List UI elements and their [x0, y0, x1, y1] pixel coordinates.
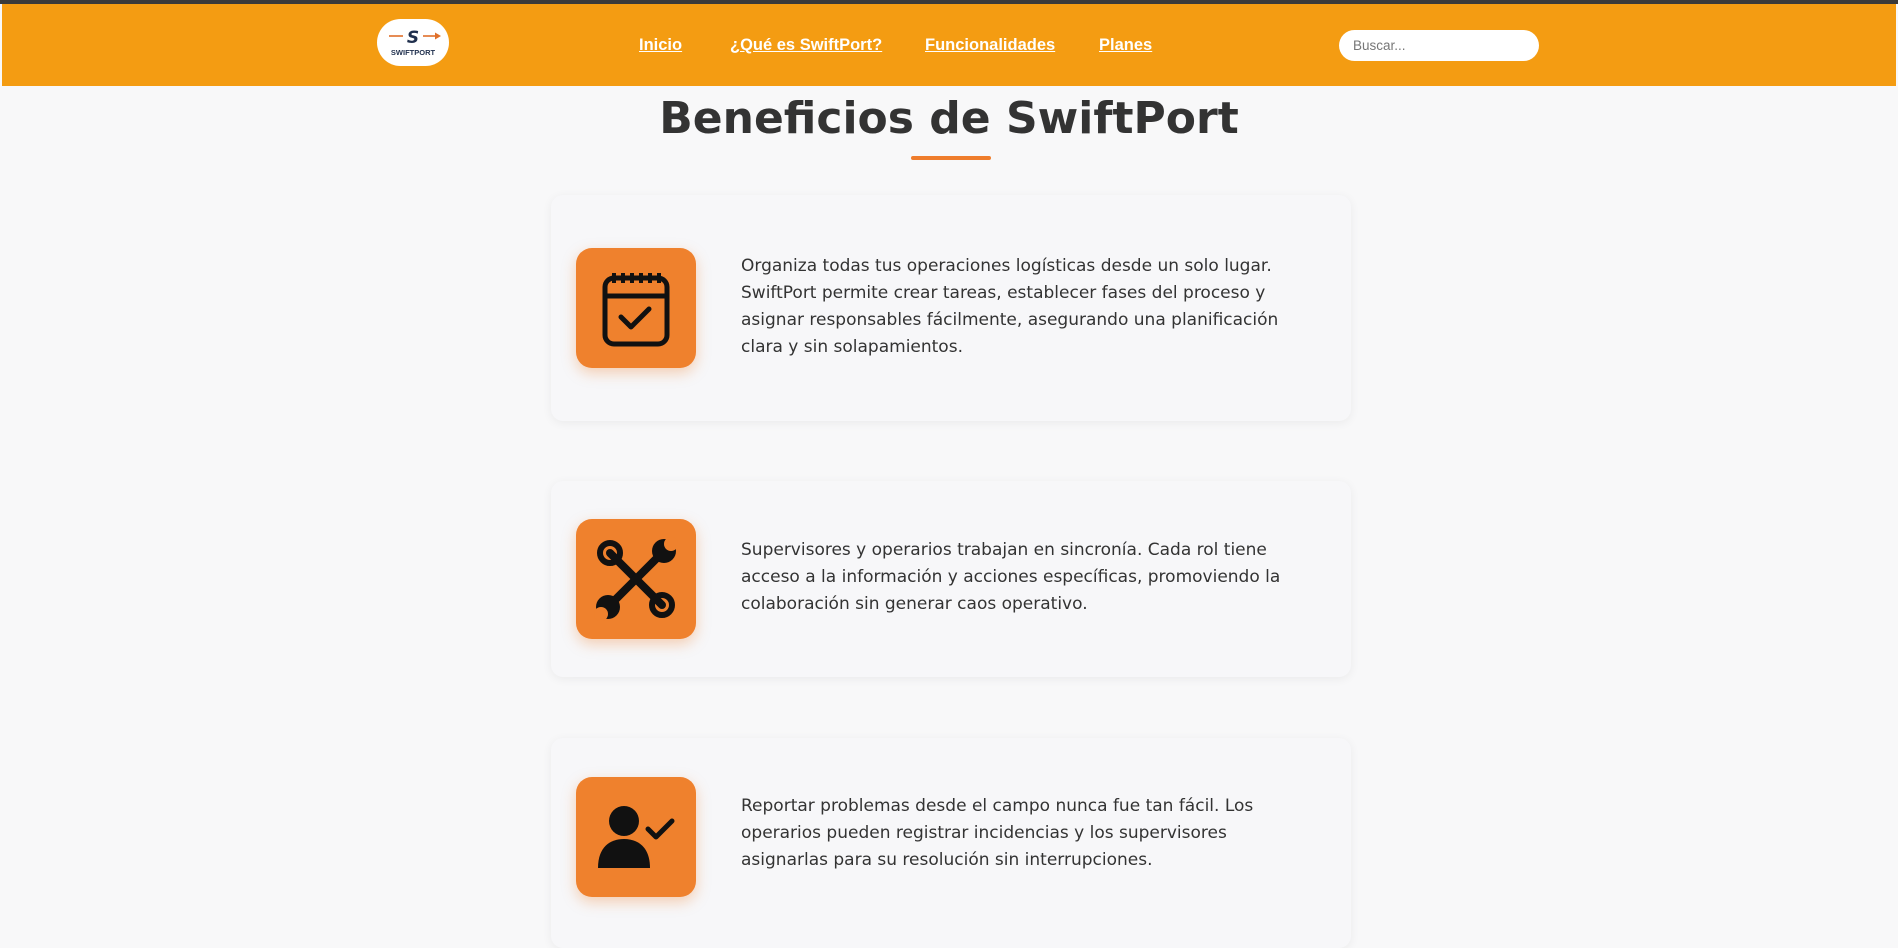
- logo-wordmark: SWIFTPORT: [391, 48, 436, 57]
- navbar: S SWIFTPORT Inicio ¿Qué es SwiftPort? Fu…: [2, 4, 1896, 86]
- tools-icon: [594, 537, 678, 621]
- calendar-check-icon: [602, 273, 670, 347]
- benefit-card-collaboration: Supervisores y operarios trabajan en sin…: [551, 481, 1351, 677]
- card-text: Organiza todas tus operaciones logística…: [741, 256, 1279, 357]
- user-check-icon: [598, 806, 675, 868]
- logo-link[interactable]: S SWIFTPORT: [377, 19, 449, 66]
- search-input[interactable]: [1339, 30, 1539, 61]
- nav-link-planes[interactable]: Planes: [1099, 36, 1152, 55]
- card-icon-box: [576, 519, 696, 639]
- card-icon-box: [576, 248, 696, 368]
- logo-letter: S: [407, 28, 419, 48]
- benefit-card-incidents: Reportar problemas desde el campo nunca …: [551, 738, 1351, 948]
- card-text: Reportar problemas desde el campo nunca …: [741, 796, 1254, 870]
- page-title: Beneficios de SwiftPort: [659, 93, 1239, 144]
- title-underline: [911, 156, 991, 160]
- nav-link-inicio[interactable]: Inicio: [639, 36, 682, 55]
- card-icon-box: [576, 777, 696, 897]
- card-text: Supervisores y operarios trabajan en sin…: [741, 540, 1281, 614]
- nav-link-funcionalidades[interactable]: Funcionalidades: [925, 36, 1055, 55]
- nav-link-que-es-swiftport[interactable]: ¿Qué es SwiftPort?: [730, 36, 882, 55]
- swiftport-logo-icon: S SWIFTPORT: [389, 28, 441, 57]
- benefit-card-planning: Organiza todas tus operaciones logística…: [551, 195, 1351, 421]
